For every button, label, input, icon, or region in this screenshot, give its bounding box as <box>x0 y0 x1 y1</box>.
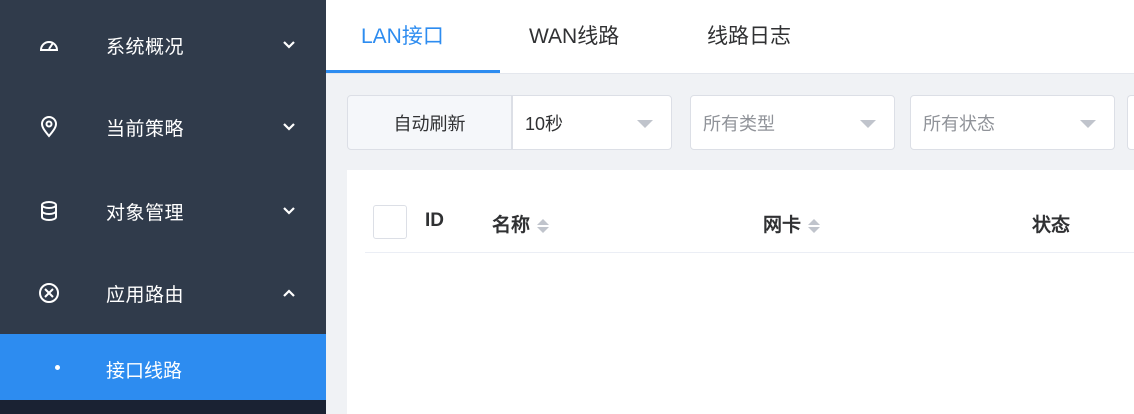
sort-icon[interactable] <box>536 217 550 235</box>
sidebar-next-item <box>0 400 326 414</box>
tab-line-log[interactable]: 线路日志 <box>707 20 791 50</box>
sidebar-subitem-label: 接口线路 <box>106 361 183 382</box>
column-header-label: 网卡 <box>763 215 802 236</box>
sidebar-item-system-overview[interactable]: 系统概况 <box>0 4 326 86</box>
filter-toolbar: 自动刷新 10秒 所有类型 所有状态 <box>326 74 1134 170</box>
type-filter-select[interactable]: 所有类型 <box>690 95 895 150</box>
main-content: LAN接口 WAN线路 线路日志 自动刷新 10秒 所有类型 所有状态 ID 名… <box>326 0 1134 414</box>
sidebar-item-current-policy[interactable]: 当前策略 <box>0 86 326 168</box>
chevron-down-icon <box>283 123 295 131</box>
database-icon <box>38 200 60 222</box>
location-pin-icon <box>38 116 60 138</box>
chevron-up-icon <box>283 289 295 297</box>
refresh-interval-value: 10秒 <box>525 113 564 134</box>
column-header-name[interactable]: 名称 <box>492 210 550 237</box>
chevron-down-icon <box>283 41 295 49</box>
auto-refresh-button[interactable]: 自动刷新 <box>347 95 512 150</box>
select-all-checkbox[interactable] <box>373 205 407 239</box>
sidebar-subitem-interface-lines[interactable]: 接口线路 <box>0 334 326 400</box>
caret-down-icon <box>637 120 653 128</box>
refresh-interval-select[interactable]: 10秒 <box>512 95 672 150</box>
sidebar: 系统概况 当前策略 对象管理 应用路由 接口线路 <box>0 0 326 414</box>
next-filter-control[interactable] <box>1127 95 1134 150</box>
tab-bar: LAN接口 WAN线路 线路日志 <box>326 0 1134 74</box>
data-table: ID 名称 网卡 状态 <box>347 170 1134 414</box>
column-header-id[interactable]: ID <box>425 210 444 232</box>
caret-down-icon <box>1080 120 1096 128</box>
sidebar-item-label: 系统概况 <box>106 36 185 58</box>
column-header-label: 名称 <box>492 215 531 236</box>
sidebar-item-app-routing[interactable]: 应用路由 <box>0 252 326 334</box>
dashboard-gauge-icon <box>38 34 60 56</box>
sidebar-item-object-management[interactable]: 对象管理 <box>0 170 326 252</box>
sidebar-item-label: 应用路由 <box>106 284 185 306</box>
bullet-dot-icon <box>55 365 60 370</box>
sidebar-item-label: 对象管理 <box>106 202 185 224</box>
column-header-nic[interactable]: 网卡 <box>763 210 821 237</box>
tab-lan-interface[interactable]: LAN接口 <box>361 20 444 50</box>
route-circle-x-icon <box>38 282 60 304</box>
active-tab-indicator <box>326 70 500 73</box>
chevron-down-icon <box>283 207 295 215</box>
sort-icon[interactable] <box>807 217 821 235</box>
table-header: ID 名称 网卡 状态 <box>365 190 1134 253</box>
tab-wan-line[interactable]: WAN线路 <box>529 20 619 50</box>
column-header-status[interactable]: 状态 <box>1032 210 1070 237</box>
type-filter-placeholder: 所有类型 <box>703 113 775 134</box>
status-filter-placeholder: 所有状态 <box>923 113 995 134</box>
status-filter-select[interactable]: 所有状态 <box>910 95 1115 150</box>
caret-down-icon <box>860 120 876 128</box>
sidebar-item-label: 当前策略 <box>106 118 185 140</box>
